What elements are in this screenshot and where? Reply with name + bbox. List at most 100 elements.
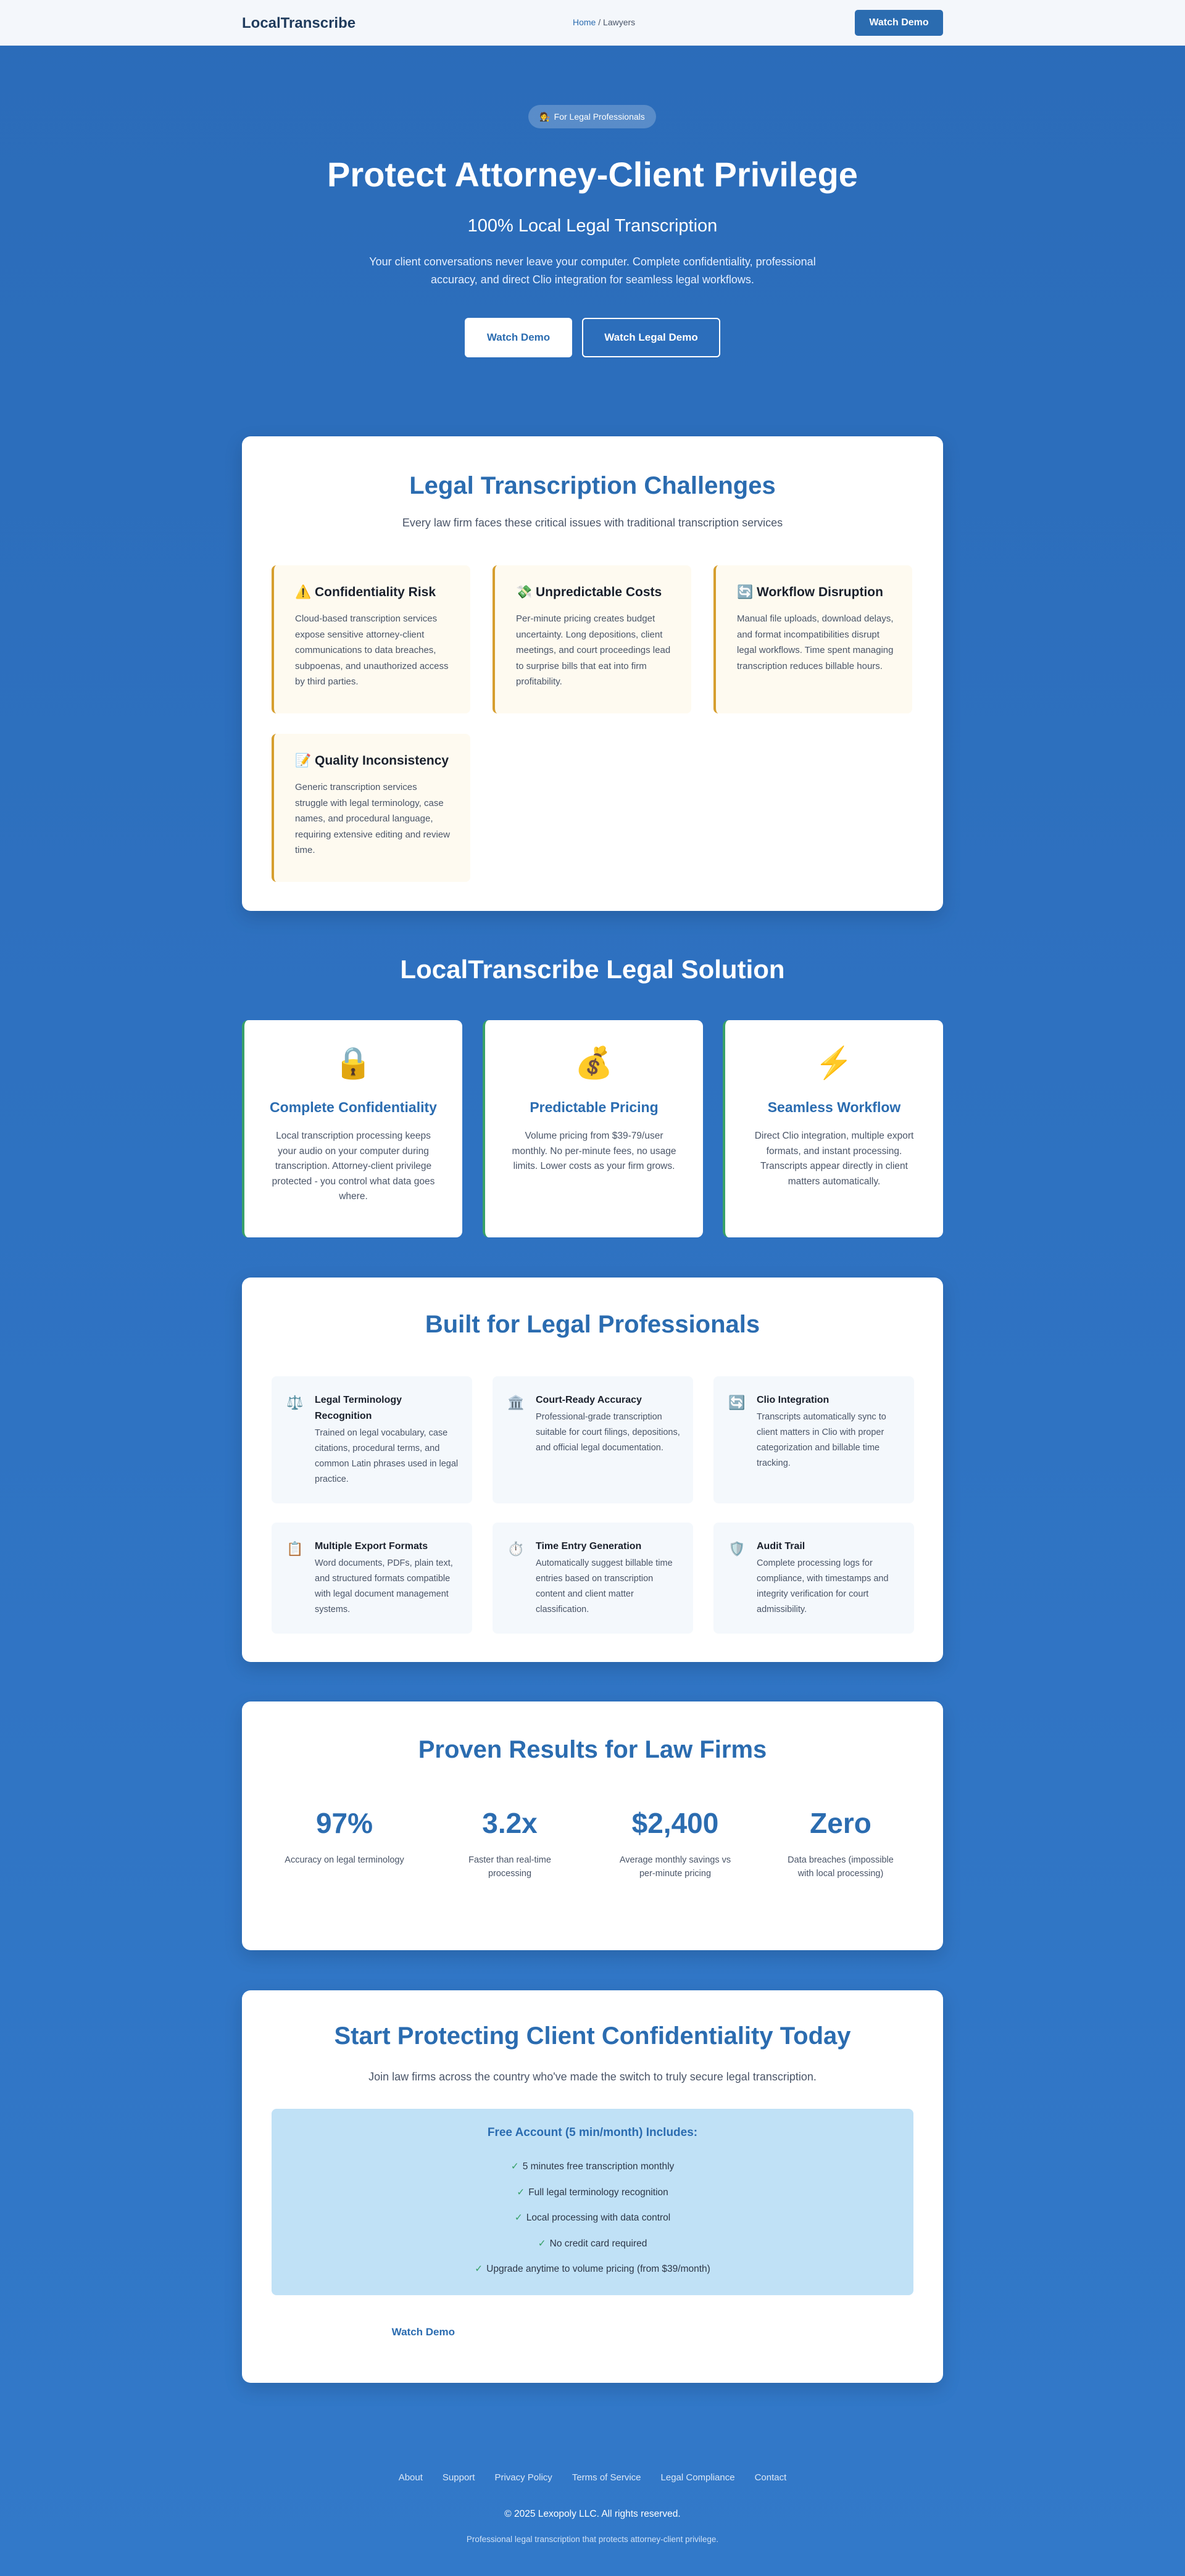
check-icon: ✓ — [475, 2264, 483, 2274]
feature-title: Legal Terminology Recognition — [315, 1395, 402, 1421]
feature-text: Transcripts automatically sync to client… — [757, 1412, 886, 1468]
solution-item-title: Complete Confidentiality — [270, 1099, 437, 1115]
challenge-title: ⚠️ Confidentiality Risk — [295, 585, 452, 600]
footer-link-legal-compliance[interactable]: Legal Compliance — [661, 2472, 735, 2483]
solution-title: LocalTranscribe Legal Solution — [400, 955, 785, 984]
stopwatch-icon: ⏱️ — [507, 1541, 525, 1556]
hero-watch-demo-button[interactable]: Watch Demo — [465, 318, 572, 357]
stat-item: 3.2x Faster than real-time processing — [448, 1806, 572, 1880]
footer-link-contact[interactable]: Contact — [755, 2472, 787, 2483]
feature-text: Complete processing logs for compliance,… — [757, 1558, 889, 1614]
header-watch-demo-button[interactable]: Watch Demo — [855, 10, 943, 36]
feature-item: ⏱️ Time Entry Generation Automatically s… — [493, 1523, 693, 1634]
audience-badge: 🧑‍⚖️ For Legal Professionals — [528, 105, 656, 128]
hero-subtitle: 100% Local Legal Transcription — [467, 216, 718, 236]
hero-section: 🧑‍⚖️ For Legal Professionals Protect Att… — [0, 46, 1185, 391]
challenge-item: 📝 Quality Inconsistency Generic transcri… — [272, 734, 470, 882]
warning-icon: ⚠️ — [295, 585, 312, 599]
stat-value: $2,400 — [631, 1807, 719, 1839]
feature-item: 🏛️ Court-Ready Accuracy Professional-gra… — [493, 1376, 693, 1503]
free-account-title: Free Account (5 min/month) Includes: — [487, 2126, 698, 2139]
solution-item: 💰 Predictable Pricing Volume pricing fro… — [483, 1020, 703, 1237]
challenges-subtitle: Every law firm faces these critical issu… — [402, 517, 783, 529]
footer-link-privacy[interactable]: Privacy Policy — [494, 2472, 552, 2483]
feature-item: ⚖️ Legal Terminology Recognition Trained… — [272, 1376, 472, 1503]
solution-item-text: Volume pricing from $39-79/user monthly.… — [512, 1131, 676, 1171]
solution-item-text: Direct Clio integration, multiple export… — [754, 1131, 914, 1187]
list-item-text: No credit card required — [549, 2238, 647, 2249]
check-icon: ✓ — [517, 2187, 525, 2198]
cta-title: Start Protecting Client Confidentiality … — [334, 2022, 851, 2050]
lightning-icon: ⚡ — [815, 1045, 854, 1080]
footer-tagline: Professional legal transcription that pr… — [466, 2535, 719, 2544]
list-item: ✓ Upgrade anytime to volume pricing (from… — [272, 2263, 913, 2289]
lock-icon: 🔒 — [334, 1045, 373, 1080]
footer-link-terms[interactable]: Terms of Service — [572, 2472, 641, 2483]
stat-label: Data breaches (impossible with local pro… — [788, 1855, 894, 1879]
cta-watch-demo-link[interactable]: Watch Demo — [242, 2326, 455, 2338]
stat-label: Accuracy on legal terminology — [285, 1855, 404, 1865]
breadcrumb-separator: / — [596, 17, 604, 27]
feature-text: Word documents, PDFs, plain text, and st… — [315, 1558, 453, 1614]
classical-building-icon: 🏛️ — [507, 1395, 525, 1410]
challenge-title-text: Unpredictable Costs — [536, 585, 662, 599]
footer-links: About Support Privacy Policy Terms of Se… — [0, 2472, 1185, 2483]
refresh-icon: 🔄 — [737, 585, 754, 599]
footer-link-about[interactable]: About — [399, 2472, 423, 2483]
challenge-title: 💸 Unpredictable Costs — [516, 585, 673, 600]
list-item: ✓ Local processing with data control — [272, 2212, 913, 2238]
results-title: Proven Results for Law Firms — [418, 1736, 767, 1763]
breadcrumb-current: Lawyers — [603, 17, 636, 27]
solution-item-text: Local transcription processing keeps you… — [272, 1131, 435, 1202]
stat-item: Zero Data breaches (impossible with loca… — [779, 1806, 902, 1880]
results-card: Proven Results for Law Firms 97% Accurac… — [242, 1701, 943, 1950]
stat-label: Faster than real-time processing — [468, 1855, 551, 1879]
list-item: ✓ No credit card required — [272, 2238, 913, 2264]
solution-item-title: Seamless Workflow — [767, 1099, 901, 1115]
feature-text: Automatically suggest billable time entr… — [536, 1558, 673, 1614]
shield-icon: 🛡️ — [728, 1541, 746, 1556]
judge-icon: 🧑‍⚖️ — [539, 111, 551, 122]
brand-logo[interactable]: LocalTranscribe — [242, 15, 356, 32]
clipboard-icon: 📋 — [286, 1541, 304, 1556]
challenge-title: 📝 Quality Inconsistency — [295, 754, 452, 768]
challenge-item: 💸 Unpredictable Costs Per-minute pricing… — [493, 565, 691, 713]
features-card: Built for Legal Professionals ⚖️ Legal T… — [242, 1278, 943, 1662]
challenge-title: 🔄 Workflow Disruption — [737, 585, 894, 600]
memo-icon: 📝 — [295, 754, 312, 768]
challenge-title-text: Workflow Disruption — [757, 585, 883, 599]
feature-title: Court-Ready Accuracy — [536, 1395, 642, 1405]
money-wings-icon: 💸 — [516, 585, 533, 599]
feature-item: 🔄 Clio Integration Transcripts automatic… — [713, 1376, 914, 1503]
sync-icon: 🔄 — [728, 1395, 746, 1410]
list-item: ✓ 5 minutes free transcription monthly — [272, 2161, 913, 2187]
footer-link-support[interactable]: Support — [443, 2472, 475, 2483]
solution-item: ⚡ Seamless Workflow Direct Clio integrat… — [723, 1020, 943, 1237]
includes-list: ✓ 5 minutes free transcription monthly ✓ F… — [272, 2161, 913, 2289]
feature-title: Clio Integration — [757, 1395, 830, 1405]
stat-value: 97% — [315, 1807, 373, 1839]
feature-text: Trained on legal vocabulary, case citati… — [315, 1428, 459, 1484]
feature-title: Multiple Export Formats — [315, 1541, 428, 1552]
check-icon: ✓ — [514, 2212, 523, 2223]
feature-title: Audit Trail — [757, 1541, 805, 1552]
list-item-text: 5 minutes free transcription monthly — [522, 2161, 675, 2172]
stat-value: Zero — [810, 1807, 871, 1839]
footer-copyright: © 2025 Lexopoly LLC. All rights reserved… — [504, 2509, 681, 2519]
hero-watch-legal-demo-button[interactable]: Watch Legal Demo — [582, 318, 720, 357]
list-item-text: Full legal terminology recognition — [528, 2187, 668, 2198]
cta-subtitle: Join law firms across the country who've… — [368, 2071, 817, 2083]
money-bag-icon: 💰 — [575, 1045, 613, 1080]
challenge-item: 🔄 Workflow Disruption Manual file upload… — [713, 565, 912, 713]
challenge-title-text: Confidentiality Risk — [315, 585, 436, 599]
hero-title: Protect Attorney-Client Privilege — [327, 155, 858, 194]
solution-item: 🔒 Complete Confidentiality Local transcr… — [242, 1020, 462, 1237]
challenge-item: ⚠️ Confidentiality Risk Cloud-based tran… — [272, 565, 470, 713]
breadcrumb-home-link[interactable]: Home — [573, 17, 596, 27]
stat-value: 3.2x — [482, 1807, 538, 1839]
features-title: Built for Legal Professionals — [425, 1311, 760, 1338]
hero-description: Your client conversations never leave yo… — [369, 256, 816, 286]
scales-icon: ⚖️ — [286, 1395, 304, 1410]
list-item-text: Local processing with data control — [526, 2212, 671, 2223]
challenges-title: Legal Transcription Challenges — [409, 472, 776, 499]
